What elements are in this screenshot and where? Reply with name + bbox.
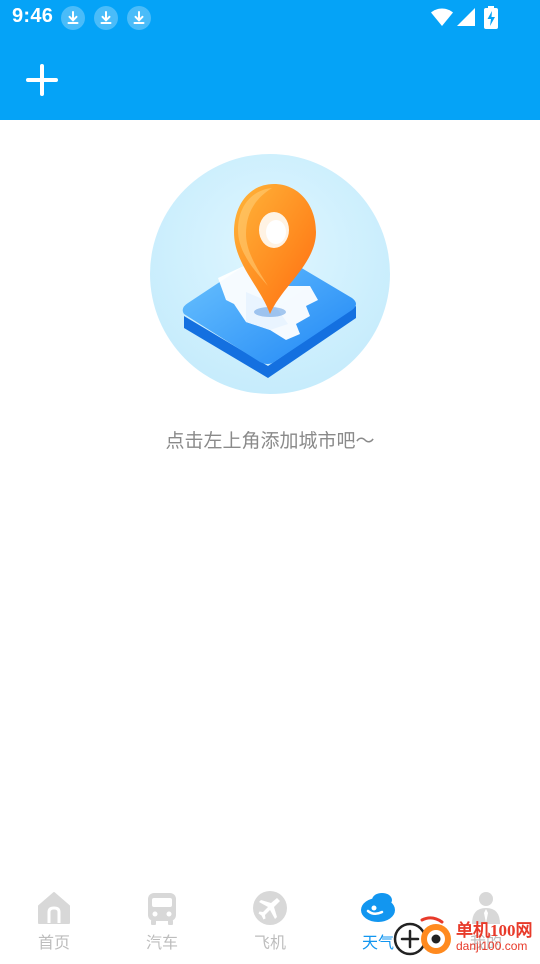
- bus-icon: [148, 893, 176, 925]
- tab-label: 飞机: [253, 933, 286, 952]
- wifi-icon: [430, 6, 454, 32]
- tab-home[interactable]: 首页: [0, 880, 108, 960]
- watermark-logo-icon: [393, 916, 451, 956]
- tab-flight[interactable]: 飞机: [216, 880, 324, 960]
- status-bar: 9:46: [0, 0, 540, 36]
- download-icon: [94, 6, 118, 30]
- download-icon: [61, 6, 85, 30]
- tab-label: 首页: [37, 933, 70, 952]
- battery-charging-icon: [483, 6, 499, 34]
- app-bar: [0, 36, 540, 120]
- tab-label: 汽车: [145, 933, 178, 952]
- watermark: 单机100网 danji100.com: [392, 912, 540, 960]
- weather-cloud-icon: [361, 893, 395, 922]
- add-city-button[interactable]: [22, 60, 62, 100]
- home-icon: [38, 892, 70, 924]
- watermark-title: 单机100网: [456, 921, 533, 940]
- watermark-url: danji100.com: [456, 939, 528, 953]
- cellular-signal-icon: [455, 6, 477, 32]
- airplane-icon: [253, 891, 287, 925]
- status-time: 9:46: [12, 5, 54, 27]
- download-icon: [127, 6, 151, 30]
- empty-state-message: 点击左上角添加城市吧～: [165, 430, 375, 452]
- tab-bus[interactable]: 汽车: [108, 880, 216, 960]
- location-pin-illustration: [150, 154, 390, 394]
- plus-icon: [26, 64, 58, 96]
